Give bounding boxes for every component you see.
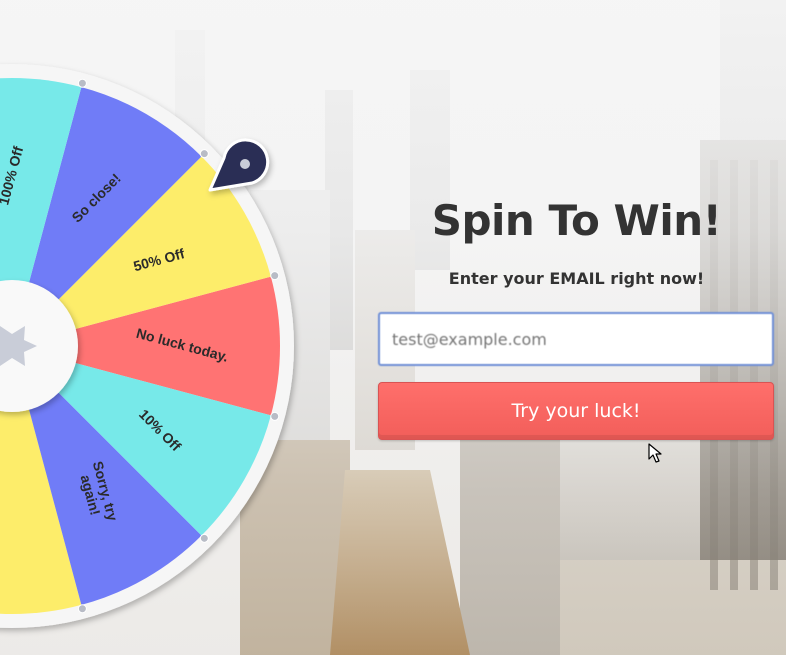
wheel-peg xyxy=(77,78,87,88)
wheel-peg xyxy=(199,533,209,543)
email-input[interactable] xyxy=(378,312,774,366)
page-title: Spin To Win! xyxy=(431,196,722,245)
subtitle: Enter your EMAIL right now! xyxy=(448,269,705,288)
arrow-cursor-icon xyxy=(648,443,662,463)
wheel-peg xyxy=(270,271,280,281)
wheel-peg xyxy=(199,149,209,159)
spin-to-win-popup: No luck today. 50% Off So close! 100% Off So… xyxy=(0,0,786,655)
wheel-peg xyxy=(77,604,87,614)
wheel-peg xyxy=(270,411,280,421)
signup-panel: Spin To Win! Enter your EMAIL right now!… xyxy=(378,190,775,440)
try-your-luck-button[interactable]: Try your luck! xyxy=(378,382,774,440)
